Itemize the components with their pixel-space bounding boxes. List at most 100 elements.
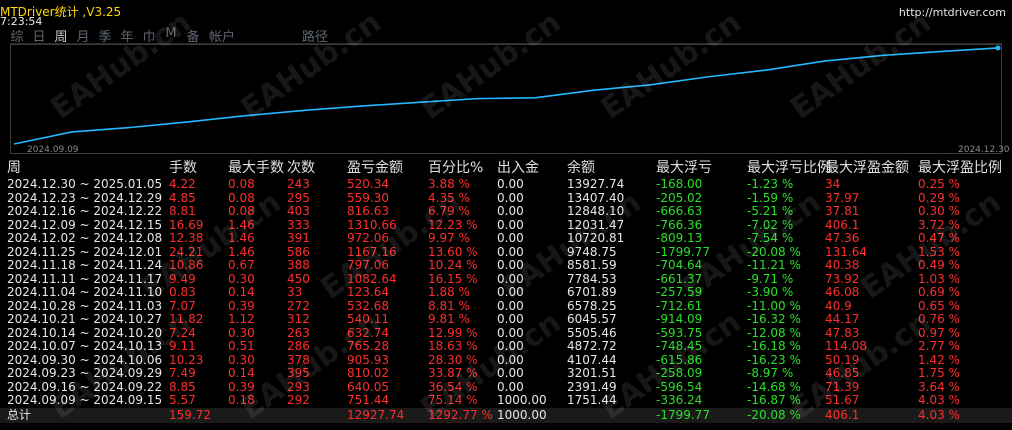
table-row[interactable]: 2024.09.09 ~ 2024.09.15 5.57 0.18 292 751.44… [0,394,1012,407]
site-url[interactable]: http://mtdriver.com [899,6,1006,19]
cell-max-lot: 0.14 [228,285,255,299]
table-row[interactable]: 2024.10.21 ~ 2024.10.27 11.82 1.12 312 540.1… [0,313,1012,326]
cell-week: 2024.11.04 ~ 2024.11.10 [7,285,163,299]
table-row[interactable]: 2024.11.25 ~ 2024.12.01 24.21 1.46 586 1167.… [0,244,1012,259]
table-row[interactable]: 2024.09.30 ~ 2024.10.06 10.23 0.30 378 905.9… [0,352,1012,367]
total-max-float-profit-pct: 4.03 % [918,407,960,422]
cell-max-float-loss-pct: -16.23 % [747,352,801,367]
balance-point [707,75,710,78]
cell-max-float-profit: 51.67 [825,393,860,407]
cell-lots: 7.24 [169,325,196,340]
cell-balance: 13407.40 [567,190,625,205]
table-row[interactable]: 2024.12.16 ~ 2024.12.22 8.81 0.08 403 816.63… [0,205,1012,218]
cell-percent: 12.99 % [428,325,478,340]
table-row[interactable]: 2024.12.02 ~ 2024.12.08 12.38 1.46 391 972.0… [0,232,1012,245]
cell-percent: 16.15 % [428,271,478,286]
cell-balance: 1751.44 [567,393,617,407]
balance-chart [10,43,1002,154]
cell-percent: 13.60 % [428,244,478,259]
cell-deposit: 0.00 [497,231,524,245]
tab-4[interactable]: 季 [94,26,116,45]
table-row[interactable]: 2024.11.18 ~ 2024.11.24 10.86 0.67 388 797.0… [0,259,1012,272]
tab-8[interactable]: 备 [182,26,204,45]
tab-7[interactable]: M [160,26,182,44]
cell-week: 2024.10.28 ~ 2024.11.03 [7,298,163,313]
table-row[interactable]: 2024.11.11 ~ 2024.11.17 9.49 0.30 450 1082.6… [0,271,1012,286]
cell-deposit: 0.00 [497,366,524,380]
tab-3[interactable]: 月 [72,26,94,45]
table-row[interactable]: 2024.12.09 ~ 2024.12.15 16.69 1.46 333 1310.… [0,218,1012,232]
header-lots[interactable]: 手数 [169,159,197,178]
cell-week: 2024.09.30 ~ 2024.10.06 [7,352,163,367]
cell-lots: 7.49 [169,366,196,380]
cell-lots: 9.49 [169,271,196,286]
cell-max-float-profit: 37.97 [825,190,860,205]
period-tabs: 综日周月季年巾 M 备帐户 [6,26,240,45]
cell-max-float-profit-pct: 2.77 % [918,339,960,353]
header-max-lot[interactable]: 最大手数 [228,159,284,178]
cell-max-float-profit-pct: 0.30 % [918,204,960,218]
header-balance[interactable]: 余额 [567,159,595,178]
cell-max-float-loss-pct: -16.87 % [747,393,801,407]
tab-9[interactable]: 帐户 [204,26,240,45]
table-row[interactable]: 2024.09.23 ~ 2024.09.29 7.49 0.14 395 810.02… [0,367,1012,380]
cell-deposit: 0.00 [497,379,524,394]
cell-lots: 8.81 [169,204,196,218]
cell-pnl: 765.28 [347,339,389,353]
cell-max-float-profit: 44.17 [825,312,860,326]
cell-max-float-loss-pct: -9.71 % [747,271,794,286]
cell-week: 2024.09.09 ~ 2024.09.15 [7,393,163,407]
header-count[interactable]: 次数 [287,159,315,178]
cell-percent: 18.63 % [428,339,478,353]
cell-balance: 4872.72 [567,339,617,353]
cell-balance: 5505.46 [567,325,617,340]
tab-0[interactable]: 综 [6,26,28,45]
header-max-float-loss-pct[interactable]: 最大浮亏比例 [747,159,831,178]
balance-point [995,45,1001,51]
tab-5[interactable]: 年 [116,26,138,45]
cell-deposit: 0.00 [497,258,524,272]
header-max-float-profit[interactable]: 最大浮盈金额 [825,159,909,178]
header-percent[interactable]: 百分比% [428,159,483,178]
header-week[interactable]: 周 [7,159,21,178]
cell-pnl: 559.30 [347,190,389,205]
table-row[interactable]: 2024.09.16 ~ 2024.09.22 8.85 0.39 293 640.05… [0,379,1012,394]
header-max-float-profit-pct[interactable]: 最大浮盈比例 [918,159,1002,178]
table-row[interactable]: 2024.12.30 ~ 2025.01.05 4.22 0.08 243 520.34… [0,178,1012,191]
table-row[interactable]: 2024.10.14 ~ 2024.10.20 7.24 0.30 263 632.74… [0,325,1012,340]
tab-1[interactable]: 日 [28,26,50,45]
cell-pnl: 632.74 [347,325,389,340]
cell-week: 2024.11.18 ~ 2024.11.24 [7,258,163,272]
cell-max-float-profit-pct: 0.49 % [918,258,960,272]
cell-week: 2024.12.30 ~ 2025.01.05 [7,177,163,191]
cell-max-lot: 1.46 [228,244,255,259]
table-row[interactable]: 2024.12.23 ~ 2024.12.29 4.85 0.08 295 559.30… [0,190,1012,205]
balance-point [765,69,768,71]
cell-max-float-profit: 40.9 [825,298,852,313]
table-row[interactable]: 2024.10.07 ~ 2024.10.13 9.11 0.51 286 765.28… [0,340,1012,353]
cell-max-float-profit: 131.64 [825,244,867,259]
header-max-float-loss[interactable]: 最大浮亏 [656,159,712,178]
tab-6[interactable]: 巾 [138,26,160,45]
table-row[interactable]: 2024.10.28 ~ 2024.11.03 7.07 0.39 272 532.68… [0,298,1012,313]
cell-max-float-loss-pct: -11.00 % [747,298,801,313]
cell-max-lot: 0.18 [228,393,255,407]
balance-point [939,50,941,53]
header-pnl[interactable]: 盈亏金额 [347,159,403,178]
chart-x-end-label: 2024.12.30 [958,145,1010,155]
cell-percent: 36.54 % [428,379,478,394]
cell-pnl: 810.02 [347,366,389,380]
cell-max-float-loss: -914.09 [656,312,703,326]
balance-point [418,101,420,104]
cell-deposit: 0.00 [497,298,524,313]
total-max-float-loss: -1799.77 [656,407,710,422]
cell-max-float-profit-pct: 0.65 % [918,298,960,313]
header-deposit[interactable]: 出入金 [497,159,539,178]
cell-max-float-loss-pct: -16.32 % [747,312,801,326]
table-row[interactable]: 2024.11.04 ~ 2024.11.10 0.83 0.14 33 123.64 1… [0,286,1012,299]
tab-2[interactable]: 周 [50,26,72,45]
cell-count: 243 [287,177,310,191]
cell-pnl: 540.11 [347,312,389,326]
cell-percent: 28.30 % [428,352,478,367]
cell-deposit: 0.00 [497,190,524,205]
